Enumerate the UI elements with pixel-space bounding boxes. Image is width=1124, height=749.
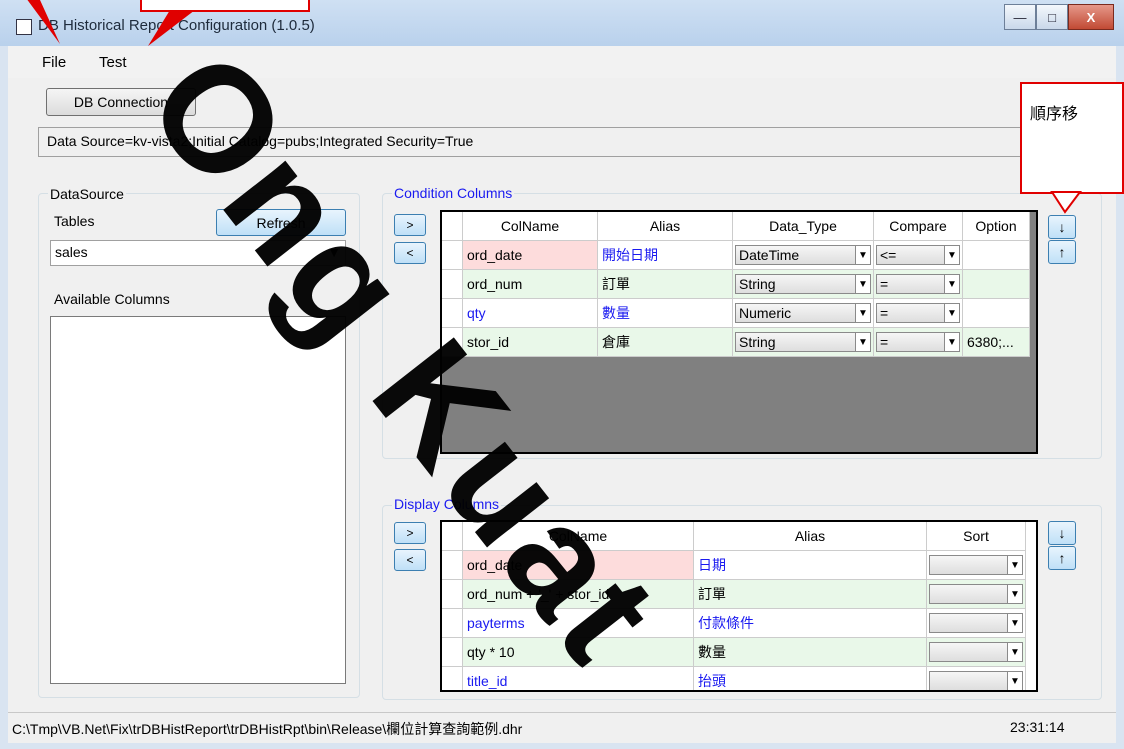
- callout-pointer-test: [148, 10, 195, 46]
- annotation-arrows: [27, 0, 1082, 214]
- callout-pointer-right: [1050, 191, 1082, 214]
- callout-pointer-file: [27, 0, 60, 44]
